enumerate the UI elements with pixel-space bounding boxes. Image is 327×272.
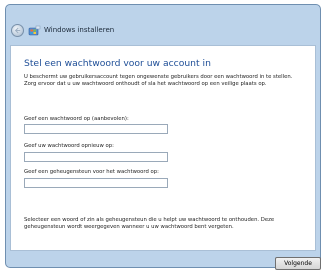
window-title: Windows installeren [44,26,115,34]
title-bar: Windows installeren [6,5,320,49]
next-button[interactable]: Volgende [275,257,321,270]
back-arrow-icon [14,27,21,34]
confirm-password-field[interactable] [24,152,168,162]
intro-text: U beschermt uw gebruikersaccount tegen o… [24,74,293,87]
page-heading: Stel een wachtwoord voor uw account in [24,58,211,69]
password-label: Geef een wachtwoord op (aanbevolen): [24,116,129,122]
setup-window: Windows installeren Stel een wachtwoord … [5,4,321,270]
confirm-password-label: Geef uw wachtwoord opnieuw op: [24,143,114,149]
password-field[interactable] [24,124,168,134]
back-button[interactable] [11,24,24,37]
password-hint-label: Geef een geheugensteun voor het wachtwoo… [24,169,159,175]
password-hint-field[interactable] [24,178,168,188]
windows-setup-icon [28,25,41,36]
content-panel: Stel een wachtwoord voor uw account in U… [10,45,316,251]
hint-explanation-text: Selecteer een woord of zin als geheugens… [24,217,275,230]
